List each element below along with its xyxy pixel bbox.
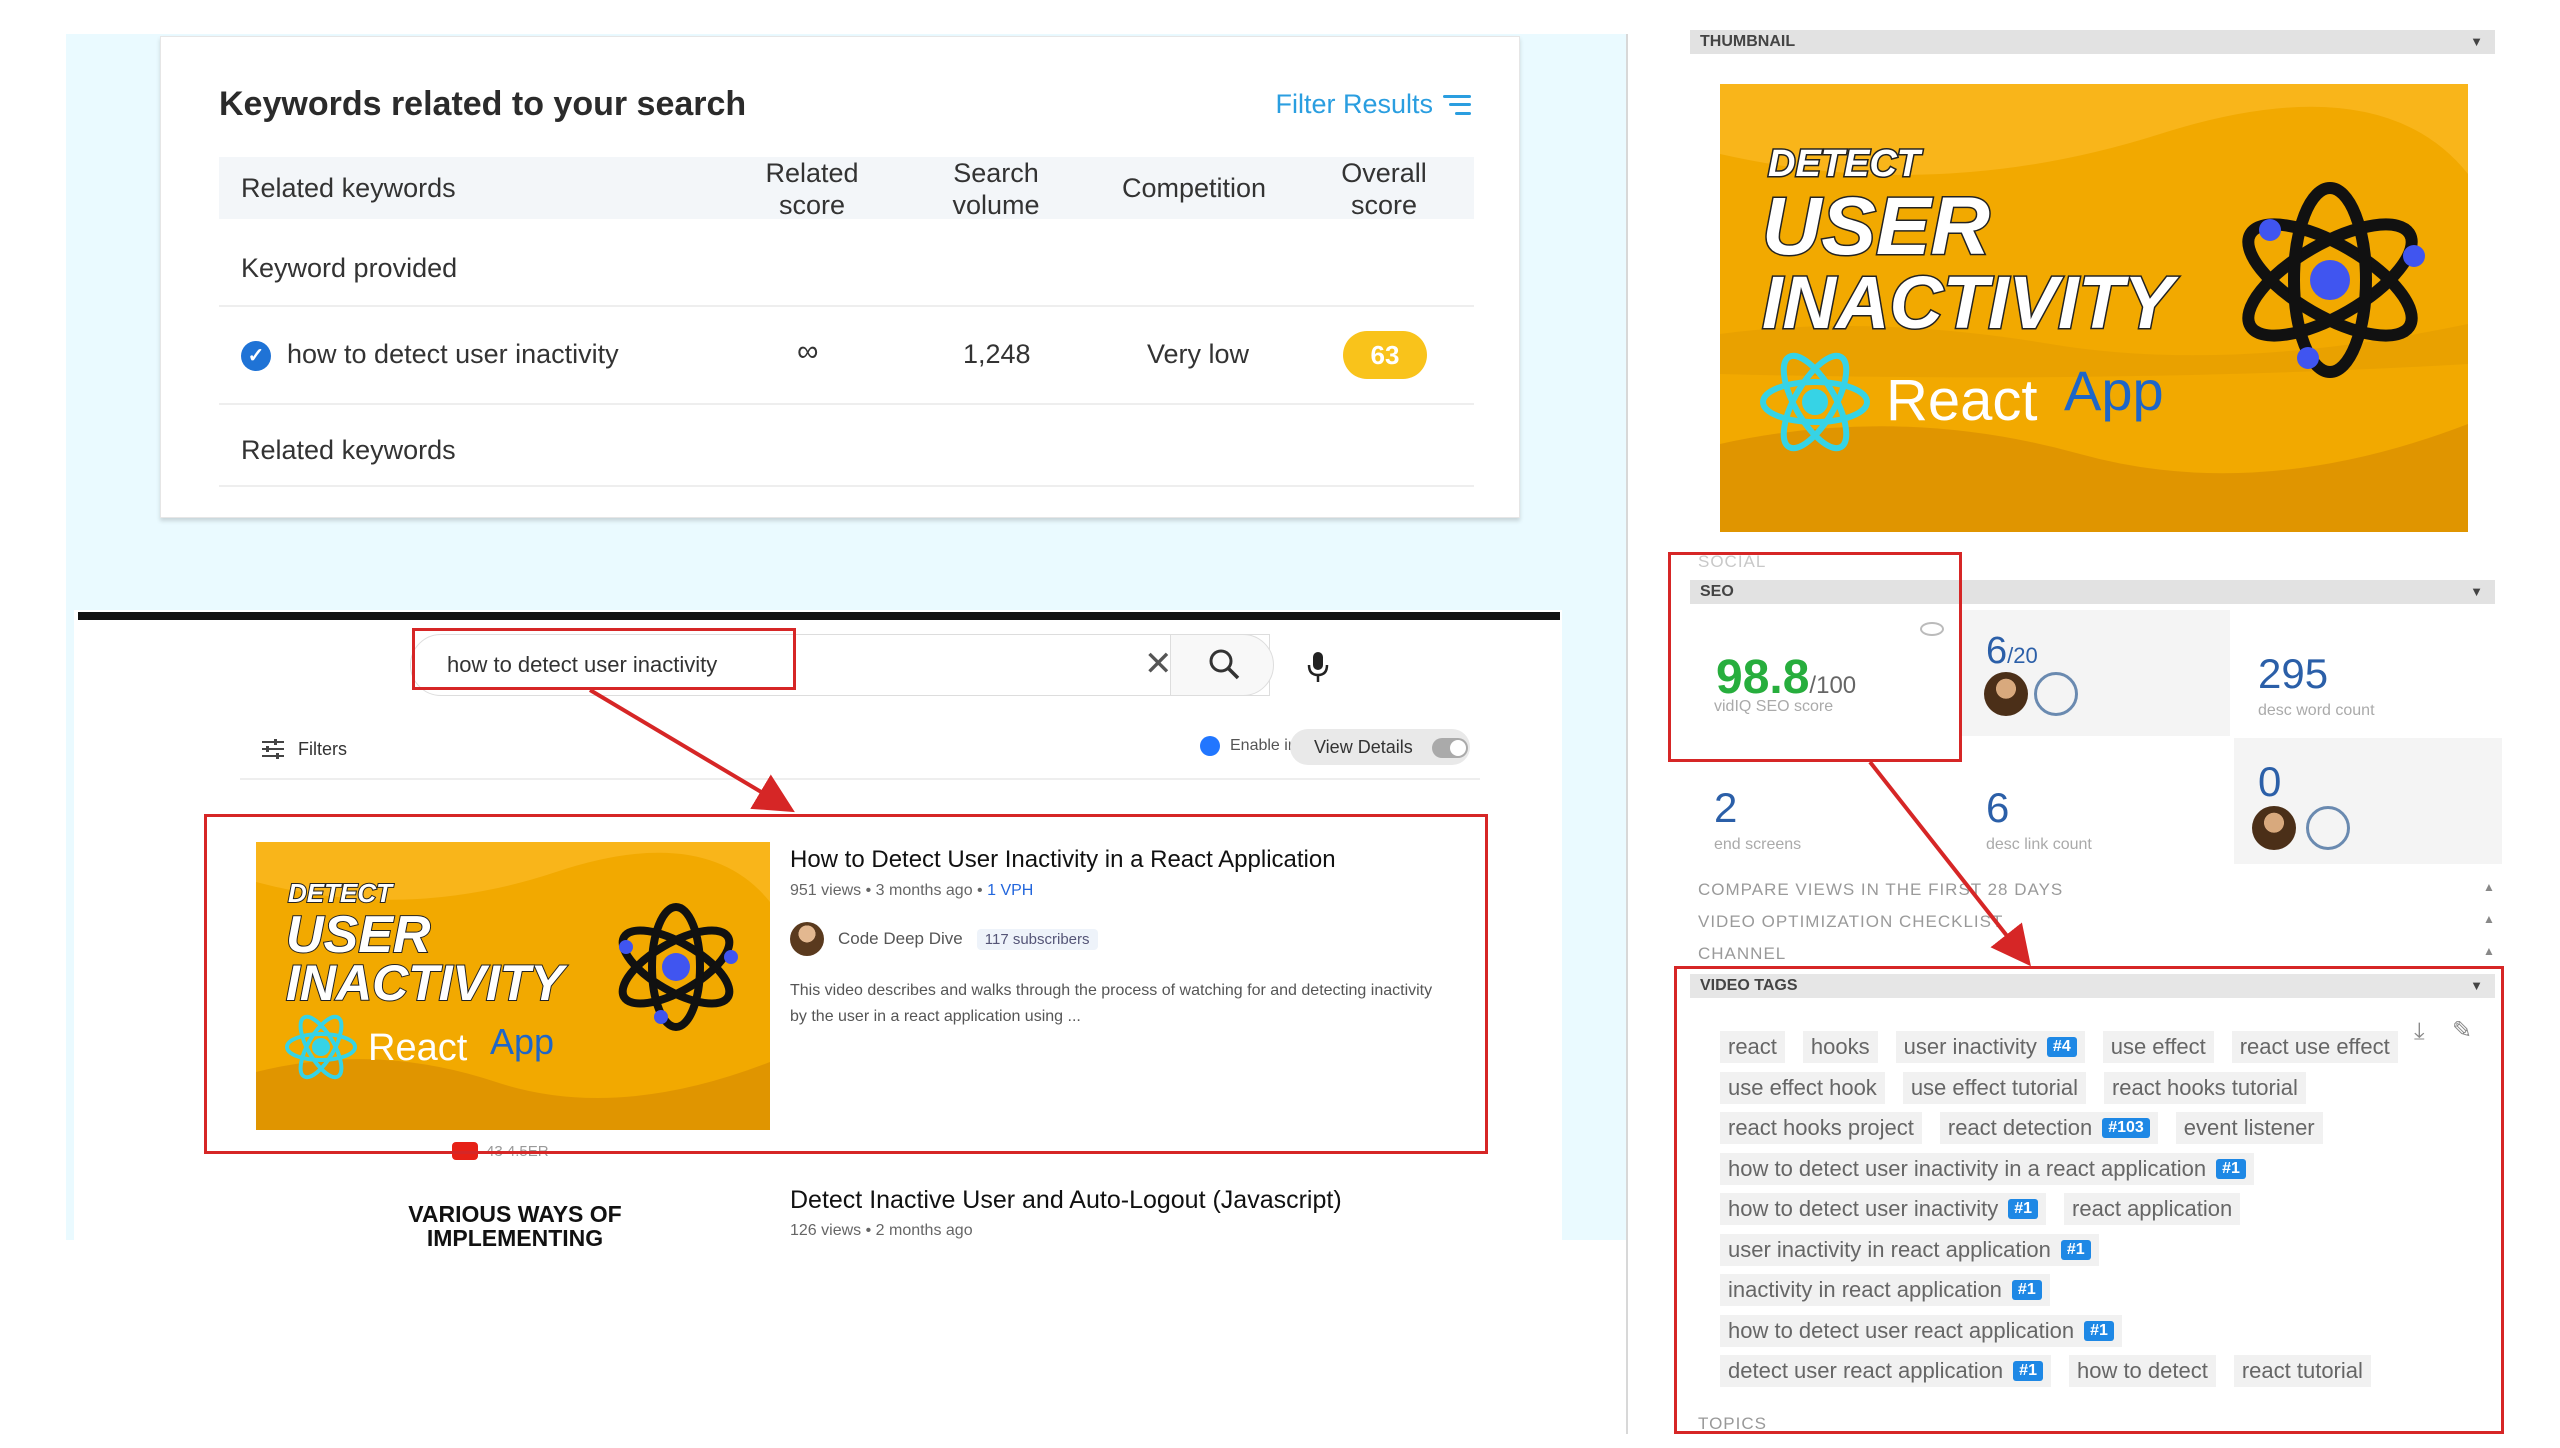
row-divider bbox=[219, 305, 1474, 307]
details-toggle[interactable] bbox=[1432, 738, 1468, 758]
caret-up-icon: ▲ bbox=[2483, 880, 2496, 894]
caret-down-icon: ▼ bbox=[2470, 584, 2483, 599]
avatar bbox=[2252, 806, 2296, 850]
tags-ratio-cell: 6/20 bbox=[1962, 610, 2230, 736]
filters-button[interactable]: Filters bbox=[260, 738, 347, 760]
filter-icon bbox=[1443, 94, 1471, 115]
col-competition: Competition bbox=[1121, 173, 1267, 203]
related-score-value: ∞ bbox=[797, 335, 819, 368]
clear-icon[interactable]: ✕ bbox=[1144, 644, 1173, 684]
search-button[interactable] bbox=[1170, 634, 1274, 696]
vidiq-icon bbox=[1200, 736, 1220, 756]
keywords-title: Keywords related to your search bbox=[219, 85, 747, 123]
tags-ratio: 6/20 bbox=[1986, 630, 2038, 672]
col-related-keywords: Related keywords bbox=[241, 173, 456, 203]
big-thumb-text-detect: DETECT bbox=[1768, 143, 1923, 185]
big-thumb-text-inactivity: INACTIVITY bbox=[1762, 261, 2179, 344]
caret-up-icon: ▲ bbox=[2483, 912, 2496, 926]
desc-link-count-label: desc link count bbox=[1986, 836, 2092, 853]
link-icon bbox=[2034, 672, 2078, 716]
end-screens-label: end screens bbox=[1714, 836, 1802, 853]
caret-up-icon: ▲ bbox=[2483, 944, 2496, 958]
highlight-search-query bbox=[412, 628, 796, 690]
vertical-divider bbox=[1626, 34, 1628, 1434]
section-keyword-provided: Keyword provided bbox=[241, 253, 458, 283]
avatar bbox=[1984, 672, 2028, 716]
filter-results-button[interactable]: Filter Results bbox=[1275, 89, 1471, 120]
sliders-icon bbox=[262, 739, 284, 759]
desc-word-count-label: desc word count bbox=[2258, 702, 2375, 719]
enable-toggle-area: Enable in bbox=[1200, 736, 1297, 756]
col-search-volume: Search volume bbox=[952, 158, 1040, 220]
user-icon bbox=[2306, 806, 2350, 850]
highlight-video-tags bbox=[1674, 966, 2504, 1434]
result-2-title[interactable]: Detect Inactive User and Auto-Logout (Ja… bbox=[790, 1186, 1342, 1215]
keywords-table-header: Related keywords Related score Search volu… bbox=[219, 157, 1474, 220]
filters-label: Filters bbox=[298, 738, 347, 759]
enable-label: Enable in bbox=[1230, 737, 1297, 754]
highlight-top-result bbox=[204, 814, 1488, 1154]
result-2-meta: 126 views • 2 months ago bbox=[790, 1222, 973, 1239]
big-thumb-text-user: USER bbox=[1762, 181, 1990, 272]
overall-score-badge: 63 bbox=[1343, 331, 1427, 379]
desc-word-count-cell: 295 desc word count bbox=[2234, 610, 2502, 736]
mic-icon[interactable] bbox=[1306, 650, 1330, 689]
check-icon: ✓ bbox=[241, 341, 271, 371]
search-icon bbox=[1209, 649, 1240, 680]
row-divider bbox=[219, 403, 1474, 405]
result-2-thumb-text: VARIOUS WAYS OF IMPLEMENTING bbox=[408, 1201, 622, 1251]
filter-results-label: Filter Results bbox=[1275, 89, 1433, 119]
optimization-checklist-header[interactable]: VIDEO OPTIMIZATION CHECKLIST ▲ bbox=[1698, 912, 2495, 932]
desc-word-count: 295 bbox=[2258, 650, 2329, 697]
thumbnail-section-header[interactable]: THUMBNAIL ▼ bbox=[1690, 30, 2495, 54]
highlight-seo-score bbox=[1668, 552, 1962, 762]
search-volume-value: 1,248 bbox=[963, 339, 1031, 369]
col-overall-score: Overall score bbox=[1341, 158, 1427, 220]
composite-screenshot: Keywords related to your search Filter R… bbox=[0, 0, 2560, 1448]
desc-link-count: 6 bbox=[1986, 784, 2010, 831]
keywords-panel: Keywords related to your search Filter R… bbox=[160, 36, 1520, 518]
row-divider bbox=[219, 485, 1474, 487]
big-thumb-text-react: React bbox=[1886, 368, 2038, 433]
keyword-text: how to detect user inactivity bbox=[287, 339, 619, 369]
video-thumbnail-large: DETECT USER INACTIVITY React App bbox=[1720, 84, 2468, 532]
desc-link-count-cell: 6 desc link count bbox=[1962, 738, 2230, 864]
competition-value: Very low bbox=[1147, 339, 1250, 369]
keyword-row[interactable]: ✓ how to detect user inactivity ∞ 1,248 … bbox=[219, 323, 1474, 389]
divider bbox=[240, 778, 1480, 780]
compare-views-header[interactable]: COMPARE VIEWS IN THE FIRST 28 DAYS ▲ bbox=[1698, 880, 2495, 900]
big-thumb-text-app: App bbox=[2064, 359, 2164, 422]
col-related-score: Related score bbox=[765, 158, 859, 220]
section-related-keywords: Related keywords bbox=[241, 435, 456, 465]
channel-header[interactable]: CHANNEL ▲ bbox=[1698, 944, 2495, 964]
search-top-bar bbox=[78, 612, 1560, 620]
thumbnail-section-label: THUMBNAIL bbox=[1700, 33, 1796, 50]
end-screens-count: 2 bbox=[1714, 784, 1738, 831]
caret-down-icon: ▼ bbox=[2470, 34, 2483, 49]
cards-cell: 0 bbox=[2234, 738, 2502, 864]
cards-count: 0 bbox=[2258, 758, 2282, 805]
